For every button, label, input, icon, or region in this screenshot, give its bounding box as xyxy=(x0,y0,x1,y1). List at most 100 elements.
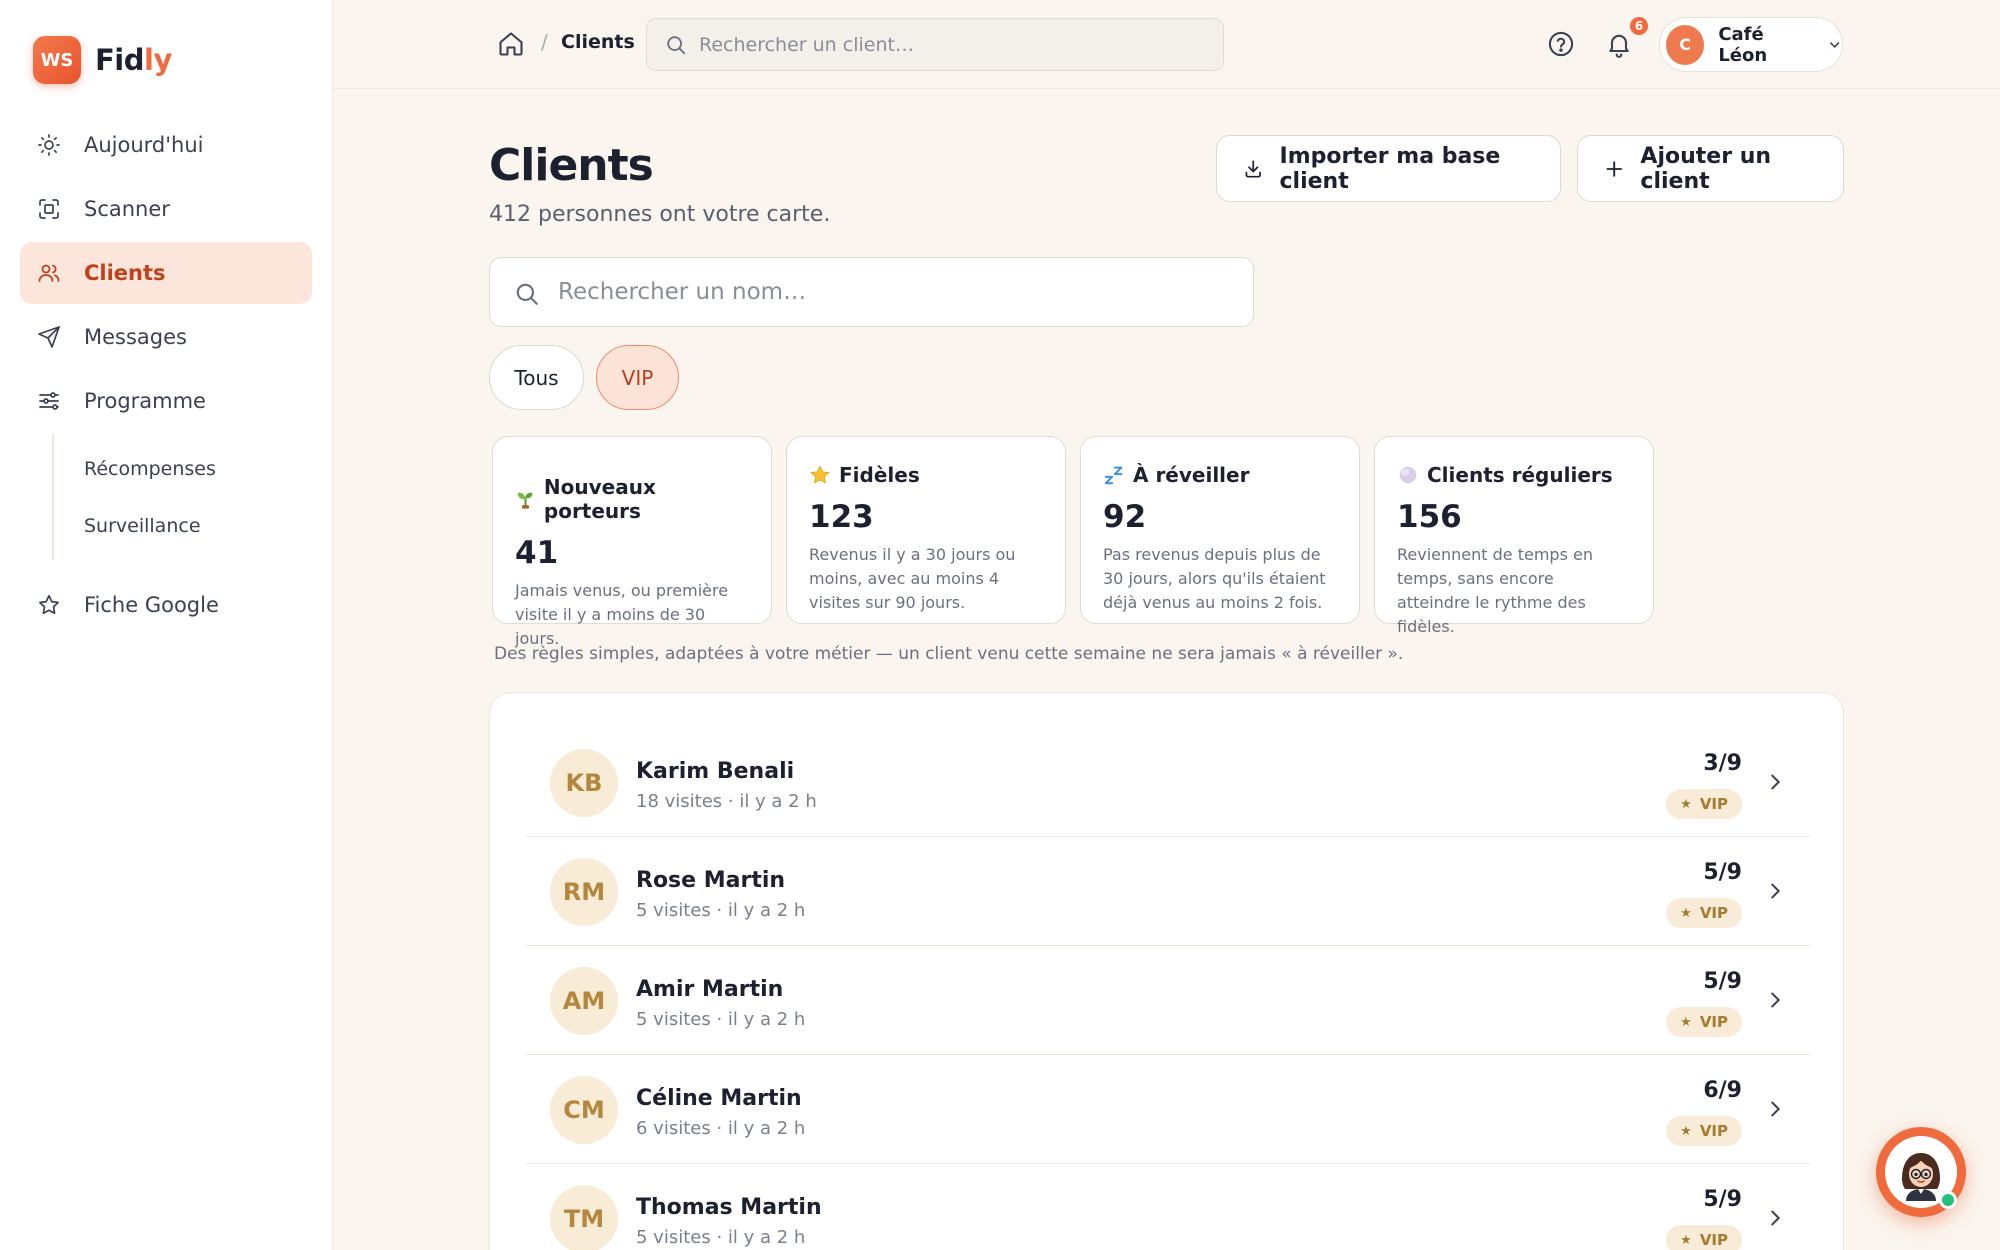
filter-all-chip[interactable]: Tous xyxy=(489,345,584,410)
brand-name-main: Fid xyxy=(95,43,145,77)
home-icon[interactable] xyxy=(497,30,525,58)
vip-badge-label: VIP xyxy=(1699,795,1728,813)
sidebar-item-label: Clients xyxy=(84,261,166,285)
account-name: Café Léon xyxy=(1718,23,1768,66)
sidebar-item-google[interactable]: Fiche Google xyxy=(20,574,312,636)
stat-card-new[interactable]: Nouveaux porteurs 41 Jamais venus, ou pr… xyxy=(492,436,772,648)
chevron-right-icon xyxy=(1771,774,1781,790)
table-row[interactable]: RM Rose Martin 5 visites · il y a 2 h 5/… xyxy=(526,838,1810,946)
star-icon: ★ xyxy=(1680,1232,1692,1248)
client-meta: 5 visites · il y a 2 h xyxy=(636,1227,806,1248)
users-icon xyxy=(36,260,62,286)
chevron-right-icon xyxy=(1771,1210,1781,1226)
stat-card-description: Revenus il y a 30 jours ou moins, avec a… xyxy=(809,545,1016,612)
stat-card-header: Clients réguliers xyxy=(1397,463,1631,487)
brand-name-accent: ly xyxy=(144,43,172,77)
vip-badge-label: VIP xyxy=(1699,1013,1728,1031)
top-search-placeholder: Rechercher un client… xyxy=(699,33,914,56)
stat-card-value: 156 xyxy=(1397,499,1462,535)
stat-card-title: Fidèles xyxy=(839,463,920,487)
download-icon xyxy=(1245,159,1261,178)
sidebar-item-programme[interactable]: Programme xyxy=(20,370,312,432)
search-icon xyxy=(667,36,686,55)
table-row[interactable]: KB Karim Benali 18 visites · il y a 2 h … xyxy=(526,729,1810,837)
avatar: KB xyxy=(550,749,618,817)
avatar: AM xyxy=(550,967,618,1035)
top-search-input[interactable]: Rechercher un client… xyxy=(646,18,1224,71)
sidebar-item-scanner[interactable]: Scanner xyxy=(20,178,312,240)
stat-card-description: Reviennent de temps en temps, sans encor… xyxy=(1397,545,1593,636)
client-search-placeholder: Rechercher un nom… xyxy=(558,279,807,305)
stat-card-value: 92 xyxy=(1103,499,1147,535)
sidebar-item-label: Messages xyxy=(84,325,187,349)
logo-badge: WS xyxy=(33,36,81,84)
chevron-right-icon xyxy=(1771,992,1781,1008)
vip-badge-label: VIP xyxy=(1699,1231,1728,1249)
sidebar-subitem-rewards[interactable]: Récompenses xyxy=(54,440,312,497)
star-icon: ★ xyxy=(1680,1123,1692,1139)
avatar: TM xyxy=(550,1185,618,1250)
search-icon xyxy=(516,283,538,305)
client-meta: 6 visites · il y a 2 h xyxy=(636,1118,806,1139)
import-clients-label: Importer ma base client xyxy=(1279,143,1501,194)
stat-card-header: Nouveaux porteurs xyxy=(515,475,749,523)
stat-card-description: Jamais venus, ou première visite il y a … xyxy=(515,581,729,648)
chevron-down-icon xyxy=(1829,41,1839,48)
client-search-input[interactable]: Rechercher un nom… xyxy=(489,257,1254,327)
sidebar-item-label: Scanner xyxy=(84,197,170,221)
client-progress: 5/9 xyxy=(1703,1187,1742,1212)
sidebar-item-messages[interactable]: Messages xyxy=(20,306,312,368)
avatar: C xyxy=(1666,24,1705,65)
client-meta: 18 visites · il y a 2 h xyxy=(636,791,817,812)
sliders-icon xyxy=(36,388,62,414)
avatar: RM xyxy=(550,858,618,926)
import-clients-button[interactable]: Importer ma base client xyxy=(1216,135,1561,202)
stat-card-dormant[interactable]: À réveiller 92 Pas revenus depuis plus d… xyxy=(1080,436,1360,624)
vip-badge: ★ VIP xyxy=(1666,1116,1742,1146)
client-name: Karim Benali xyxy=(636,759,795,784)
star-icon: ★ xyxy=(1680,905,1692,921)
chevron-right-icon xyxy=(1771,1101,1781,1117)
stat-card-description: Pas revenus depuis plus de 30 jours, alo… xyxy=(1103,545,1326,612)
client-meta: 5 visites · il y a 2 h xyxy=(636,1009,806,1030)
sidebar-item-label: Aujourd'hui xyxy=(84,133,204,157)
bell-icon[interactable] xyxy=(1605,30,1633,58)
sidebar-item-today[interactable]: Aujourd'hui xyxy=(20,114,312,176)
segment-rules-note: Des règles simples, adaptées à votre mét… xyxy=(494,644,1404,664)
sidebar-item-clients[interactable]: Clients xyxy=(20,242,312,304)
help-icon[interactable] xyxy=(1547,30,1575,58)
vip-badge: ★ VIP xyxy=(1666,1007,1742,1037)
stat-card-regular[interactable]: Clients réguliers 156 Reviennent de temp… xyxy=(1374,436,1654,636)
client-progress: 6/9 xyxy=(1703,1078,1742,1103)
vip-badge: ★ VIP xyxy=(1666,789,1742,819)
topbar: / Clients Rechercher un client… 6 C Café… xyxy=(333,0,2000,89)
table-row[interactable]: CM Céline Martin 6 visites · il y a 2 h … xyxy=(526,1056,1810,1164)
moon-icon xyxy=(1399,466,1417,484)
breadcrumb[interactable]: Clients xyxy=(561,31,635,53)
table-row[interactable]: TM Thomas Martin 5 visites · il y a 2 h … xyxy=(526,1165,1810,1250)
stat-card-title: Nouveaux porteurs xyxy=(543,475,656,523)
sun-icon xyxy=(36,132,62,158)
star-icon: ★ xyxy=(1680,1014,1692,1030)
table-row[interactable]: AM Amir Martin 5 visites · il y a 2 h 5/… xyxy=(526,947,1810,1055)
account-menu[interactable]: C Café Léon xyxy=(1659,17,1843,72)
brand-logo[interactable]: WS Fidly xyxy=(33,36,172,84)
vip-badge: ★ VIP xyxy=(1666,1225,1742,1250)
stat-card-header: Fidèles xyxy=(809,463,1043,487)
add-client-button[interactable]: Ajouter un client xyxy=(1577,135,1844,202)
star-icon xyxy=(36,592,62,618)
send-icon xyxy=(36,324,62,350)
breadcrumb-separator: / xyxy=(541,30,548,54)
scan-icon xyxy=(36,196,62,222)
stat-card-value: 123 xyxy=(809,499,874,535)
sidebar-item-label: Programme xyxy=(84,389,206,413)
sidebar: WS Fidly Aujourd'hui Scanner Clients Mes… xyxy=(0,0,333,1250)
chevron-right-icon xyxy=(1771,883,1781,899)
sidebar-subitem-monitoring[interactable]: Surveillance xyxy=(54,497,312,554)
filter-vip-chip[interactable]: VIP xyxy=(596,345,679,410)
client-progress: 5/9 xyxy=(1703,860,1742,885)
client-name: Rose Martin xyxy=(636,868,786,893)
sleep-icon xyxy=(1104,466,1123,485)
vip-badge-label: VIP xyxy=(1699,1122,1728,1140)
stat-card-loyal[interactable]: Fidèles 123 Revenus il y a 30 jours ou m… xyxy=(786,436,1066,624)
